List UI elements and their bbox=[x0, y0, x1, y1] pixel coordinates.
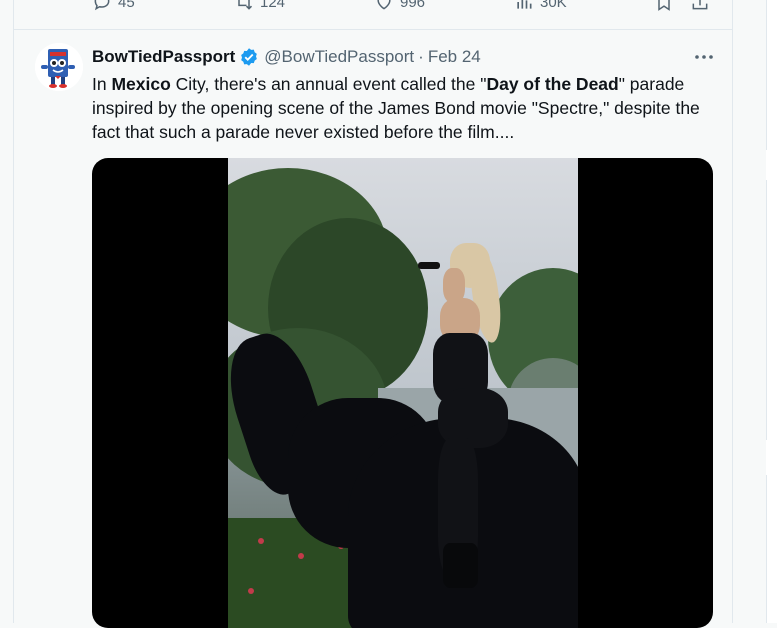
more-icon bbox=[695, 55, 713, 59]
tweet-header: BowTiedPassport @BowTiedPassport · Feb 2… bbox=[92, 47, 481, 67]
bookmark-icon bbox=[658, 0, 670, 11]
sidebar-border bbox=[766, 475, 767, 623]
heart-icon bbox=[377, 0, 391, 10]
more-options-button[interactable] bbox=[692, 47, 716, 67]
like-count: 996 bbox=[400, 0, 426, 11]
reply-count: 45 bbox=[118, 0, 135, 11]
timeline-column: 45 124 996 30K BowTiedPassport @BowTiedP… bbox=[13, 0, 733, 628]
views-chart-icon bbox=[517, 0, 532, 9]
flower bbox=[248, 588, 254, 594]
sidebar-border bbox=[766, 0, 767, 150]
sidebar-border bbox=[766, 180, 767, 440]
tweet-text-bold: Day of the Dead bbox=[486, 74, 619, 94]
tweet-date[interactable]: Feb 24 bbox=[428, 47, 481, 67]
tweet-text-part: City, there's an annual event called the… bbox=[170, 74, 487, 94]
passport-mascot-avatar-icon bbox=[35, 43, 83, 91]
rider-boot bbox=[443, 543, 478, 588]
repost-icon bbox=[238, 0, 253, 10]
repost-count: 124 bbox=[260, 0, 286, 11]
flower bbox=[258, 538, 264, 544]
verified-badge-icon[interactable] bbox=[239, 47, 259, 67]
reply-button[interactable]: 45 bbox=[92, 0, 135, 12]
views-button[interactable]: 30K bbox=[514, 0, 567, 12]
repost-button[interactable]: 124 bbox=[234, 0, 285, 12]
tweet-text: In Mexico City, there's an annual event … bbox=[92, 72, 722, 144]
right-sidebar-edge bbox=[766, 0, 777, 623]
header-separator: · bbox=[418, 47, 424, 66]
display-name[interactable]: BowTiedPassport bbox=[92, 47, 235, 67]
views-count: 30K bbox=[540, 0, 567, 11]
like-button[interactable]: 996 bbox=[374, 0, 425, 12]
tweet-text-part: In bbox=[92, 74, 112, 94]
reply-icon bbox=[94, 0, 110, 11]
share-icon bbox=[692, 0, 708, 10]
tweet-text-bold: Mexico bbox=[111, 74, 171, 94]
tweet-video[interactable] bbox=[92, 158, 713, 628]
bookmark-button[interactable] bbox=[654, 0, 674, 17]
tweet-divider bbox=[14, 29, 732, 30]
video-frame bbox=[228, 158, 578, 628]
avatar[interactable] bbox=[35, 43, 83, 91]
share-button[interactable] bbox=[690, 0, 710, 17]
rider-sunglasses bbox=[418, 262, 440, 269]
flower bbox=[298, 553, 304, 559]
user-handle[interactable]: @BowTiedPassport bbox=[264, 47, 414, 67]
previous-tweet-action-bar: 45 124 996 30K bbox=[14, 0, 732, 18]
